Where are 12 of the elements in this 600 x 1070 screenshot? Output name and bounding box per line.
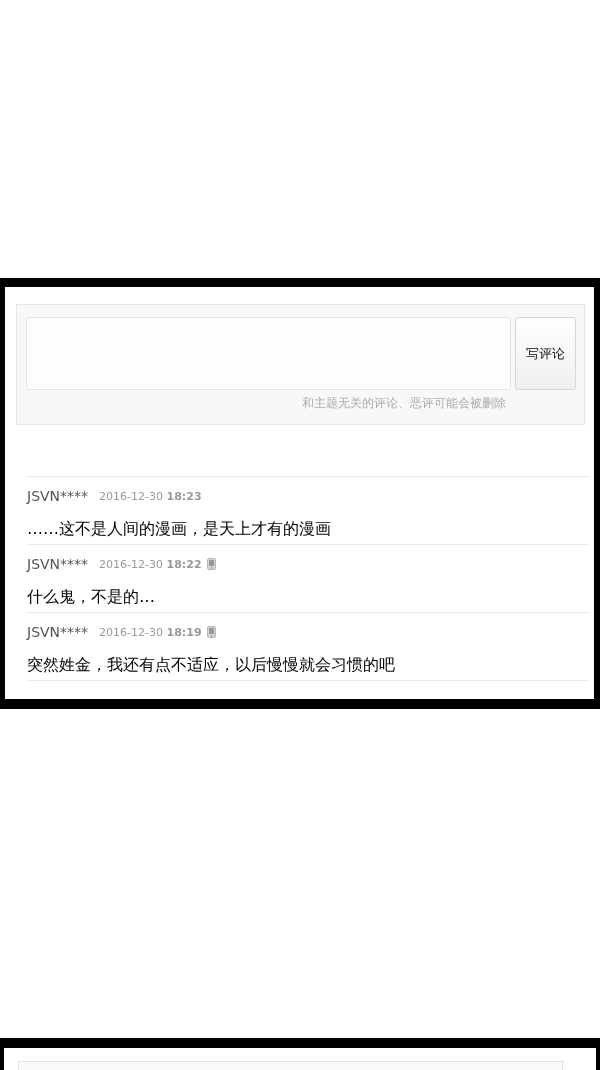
comment-input[interactable]: [26, 317, 511, 390]
write-comment-button[interactable]: 写评论: [515, 317, 576, 390]
username: JSVN****: [27, 624, 89, 640]
comment-date: 2016-12-30 18:22: [99, 557, 202, 571]
username: JSVN****: [27, 488, 89, 504]
comment-text: 突然姓金，我还有点不适应，以后慢慢就会习惯的吧: [27, 654, 395, 676]
comment-date: 2016-12-30 18:23: [99, 489, 202, 503]
comment-text: ……这不是人间的漫画，是天上才有的漫画: [27, 518, 331, 540]
comment-date: 2016-12-30 18:19: [99, 625, 202, 639]
comment-text: 什么鬼，不是的…: [27, 586, 155, 608]
username: JSVN****: [27, 556, 89, 572]
comment-hint: 和主题无关的评论、恶评可能会被删除: [302, 395, 506, 411]
